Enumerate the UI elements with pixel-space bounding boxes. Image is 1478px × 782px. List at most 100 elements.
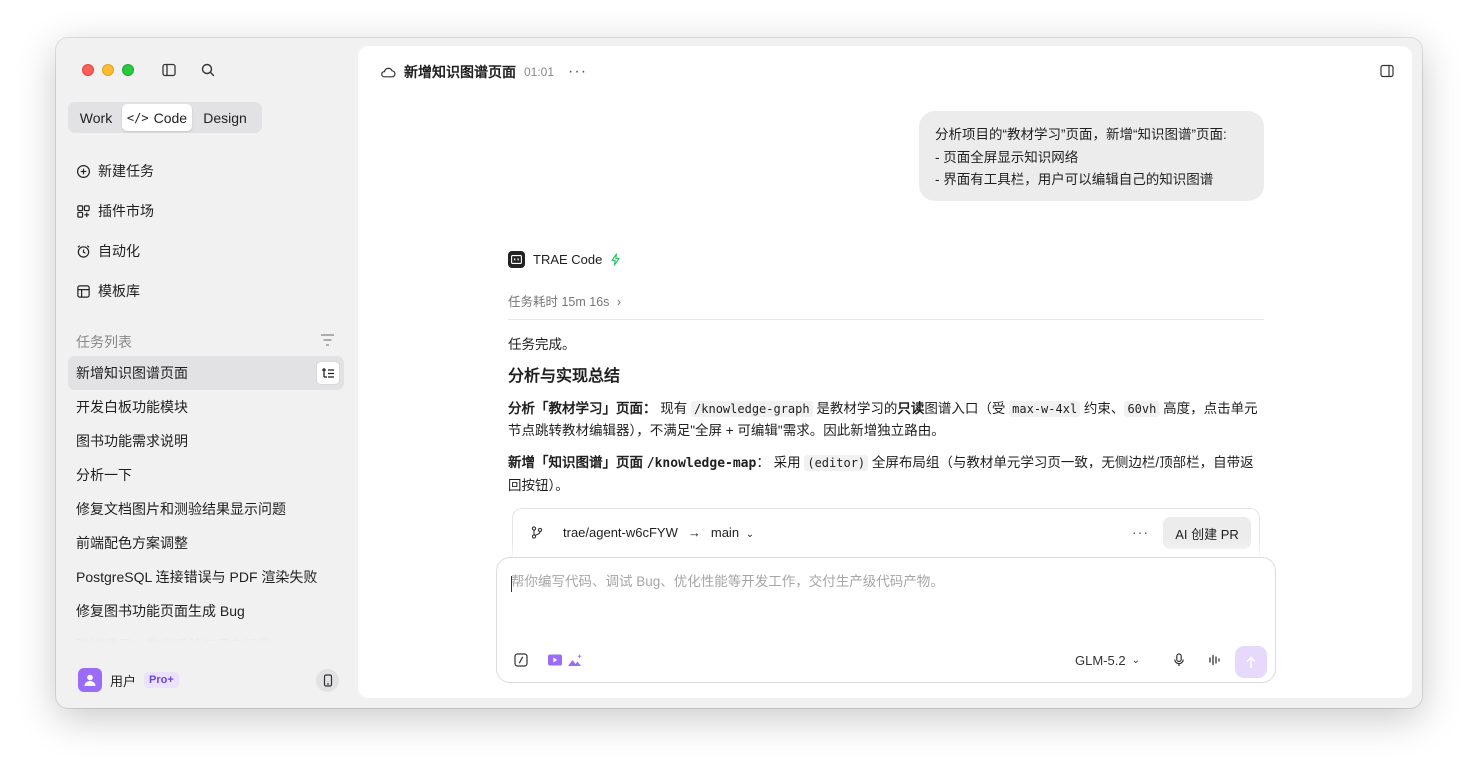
inline-code: max-w-4xl <box>1009 401 1081 417</box>
main-panel: 新增知识图谱页面 01:01 ··· 分析项目的“教材学习”页面，新增“知识图谱… <box>358 46 1412 698</box>
model-label: GLM-5.2 <box>1075 653 1126 668</box>
implementation-label: 新增「知识图谱」页面 <box>508 455 647 470</box>
right-panel-toggle-icon[interactable] <box>1380 64 1394 78</box>
mode-design-button[interactable]: Design <box>192 104 258 131</box>
status-text: 任务完成。 <box>508 337 576 352</box>
task-duration-label: 任务耗时 15m 16s <box>508 295 610 309</box>
slash-command-icon <box>514 653 528 667</box>
user-profile[interactable]: 用户 Pro+ <box>78 668 179 692</box>
git-branch-icon <box>531 526 543 539</box>
send-button[interactable] <box>1235 646 1267 678</box>
plus-circle-icon <box>76 164 91 178</box>
task-list: 新增知识图谱页面 开发白板功能模块 图书功能需求说明 分析一下 修复文档图片和测… <box>68 356 344 643</box>
task-item[interactable]: 修复图书功能页面生成 Bug <box>68 594 344 628</box>
chevron-down-icon: ⌄ <box>745 529 755 540</box>
implementation-paragraph: 新增「知识图谱」页面 /knowledge-map： 采用 (editor) 全… <box>508 452 1264 497</box>
sidebar: Work </> Code Design 新建任务 插件市场 自动化 模板库 任… <box>56 38 356 708</box>
source-branch: trae/agent-w6cFYW <box>563 525 678 540</box>
filter-icon[interactable] <box>320 333 335 347</box>
task-item[interactable]: 修复文档图片和测验结果显示问题 <box>68 492 344 526</box>
more-options-button[interactable]: ··· <box>568 63 587 81</box>
task-list-heading: 任务列表 <box>76 334 132 350</box>
arrow-up-icon <box>1246 656 1256 668</box>
task-item[interactable]: 开发白板功能模块 <box>68 390 344 424</box>
phone-icon <box>323 674 332 687</box>
nav-automation-label: 自动化 <box>98 243 140 259</box>
text-cursor <box>511 576 512 592</box>
text-span: 约束、 <box>1080 401 1125 416</box>
nav-template-library-label: 模板库 <box>98 283 140 299</box>
nav-template-library[interactable]: 模板库 <box>76 280 140 302</box>
slash-command-button[interactable] <box>514 653 528 667</box>
task-item[interactable]: 改进项目：数据迁移与日志记录 <box>68 628 344 643</box>
maximize-window-button[interactable] <box>122 64 134 76</box>
page-title: 新增知识图谱页面 <box>404 64 516 80</box>
text-span: ： 采用 <box>756 455 805 470</box>
nav-new-task[interactable]: 新建任务 <box>76 160 154 182</box>
agent-response: 任务完成。 分析与实现总结 分析「教材学习」页面： 现有 /knowledge-… <box>508 334 1264 507</box>
mode-switch: Work </> Code Design <box>68 102 262 133</box>
nav-plugin-market[interactable]: 插件市场 <box>76 200 154 222</box>
alarm-clock-icon <box>77 244 90 258</box>
task-item[interactable]: 图书功能需求说明 <box>68 424 344 458</box>
agent-name: TRAE Code <box>533 252 603 267</box>
mode-code-button[interactable]: </> Code <box>122 104 192 131</box>
task-outline-button[interactable] <box>316 361 340 385</box>
text-span: 图谱入口（受 <box>924 401 1010 416</box>
analysis-label: 分析「教材学习」页面： <box>508 401 657 416</box>
user-message-bubble: 分析项目的“教材学习”页面，新增“知识图谱”页面: - 页面全屏显示知识网络 -… <box>919 111 1264 201</box>
plan-badge: Pro+ <box>144 672 179 688</box>
target-branch-select[interactable]: main ⌄ <box>711 525 754 540</box>
model-selector[interactable]: GLM-5.2 ⌄ <box>1075 653 1140 668</box>
create-pr-button[interactable]: AI 创建 PR <box>1163 517 1251 549</box>
avatar <box>78 668 102 692</box>
app-window: Work </> Code Design 新建任务 插件市场 自动化 模板库 任… <box>56 38 1422 708</box>
message-input[interactable] <box>511 574 1251 589</box>
composer: GLM-5.2 ⌄ <box>496 557 1276 683</box>
summary-heading: 分析与实现总结 <box>508 368 621 385</box>
minimize-window-button[interactable] <box>102 64 114 76</box>
mode-work-button[interactable]: Work <box>70 104 122 131</box>
template-icon <box>77 284 90 298</box>
user-message-line: - 页面全屏显示知识网络 <box>935 149 1079 165</box>
task-item[interactable]: 分析一下 <box>68 458 344 492</box>
user-message-line: 分析项目的“教材学习”页面，新增“知识图谱”页面: <box>935 127 1227 142</box>
task-item[interactable]: PostgreSQL 连接错误与 PDF 渲染失败 <box>68 560 344 594</box>
inline-code: 60vh <box>1124 401 1160 417</box>
search-icon[interactable] <box>200 62 216 78</box>
inline-code: (editor) <box>804 455 869 471</box>
branch-more-button[interactable]: ··· <box>1132 524 1149 540</box>
audio-wave-button[interactable] <box>1208 653 1222 667</box>
task-item[interactable]: 前端配色方案调整 <box>68 526 344 560</box>
target-branch-label: main <box>710 525 740 540</box>
mobile-device-button[interactable] <box>316 669 339 692</box>
task-item[interactable]: 新增知识图谱页面 <box>68 356 344 390</box>
text-span: 是教材学习的 <box>812 401 898 416</box>
image-generate-icon <box>568 654 582 666</box>
waveform-icon <box>1209 654 1220 666</box>
close-window-button[interactable] <box>82 64 94 76</box>
user-name: 用户 <box>110 673 137 689</box>
sidebar-toggle-icon[interactable] <box>161 62 177 78</box>
nav-plugin-market-label: 插件市场 <box>98 203 154 219</box>
task-item-label: 新增知识图谱页面 <box>76 365 188 381</box>
elapsed-time: 01:01 <box>524 65 555 79</box>
mode-code-label: Code <box>153 109 188 126</box>
conversation-header: 新增知识图谱页面 01:01 ··· <box>380 62 587 82</box>
nav-automation[interactable]: 自动化 <box>76 240 140 262</box>
route-path: /knowledge-map <box>646 456 757 471</box>
branch-info: trae/agent-w6cFYW → main ⌄ <box>531 525 754 540</box>
nav-new-task-label: 新建任务 <box>98 163 154 179</box>
microphone-icon <box>1174 653 1184 666</box>
user-message-line: - 界面有工具栏，用户可以编辑自己的知识图谱 <box>935 172 1214 187</box>
analysis-paragraph: 分析「教材学习」页面： 现有 /knowledge-graph 是教材学习的只读… <box>508 398 1264 442</box>
chevron-down-icon: ⌄ <box>1131 655 1140 666</box>
chevron-right-icon: › <box>616 295 622 309</box>
voice-input-button[interactable] <box>1173 653 1185 667</box>
grid-plus-icon <box>77 204 90 218</box>
tree-list-icon <box>322 368 334 378</box>
video-icon <box>548 654 562 666</box>
task-duration[interactable]: 任务耗时 15m 16s › <box>508 291 621 310</box>
media-attach-button[interactable] <box>547 653 583 667</box>
trae-logo-icon <box>508 251 525 268</box>
